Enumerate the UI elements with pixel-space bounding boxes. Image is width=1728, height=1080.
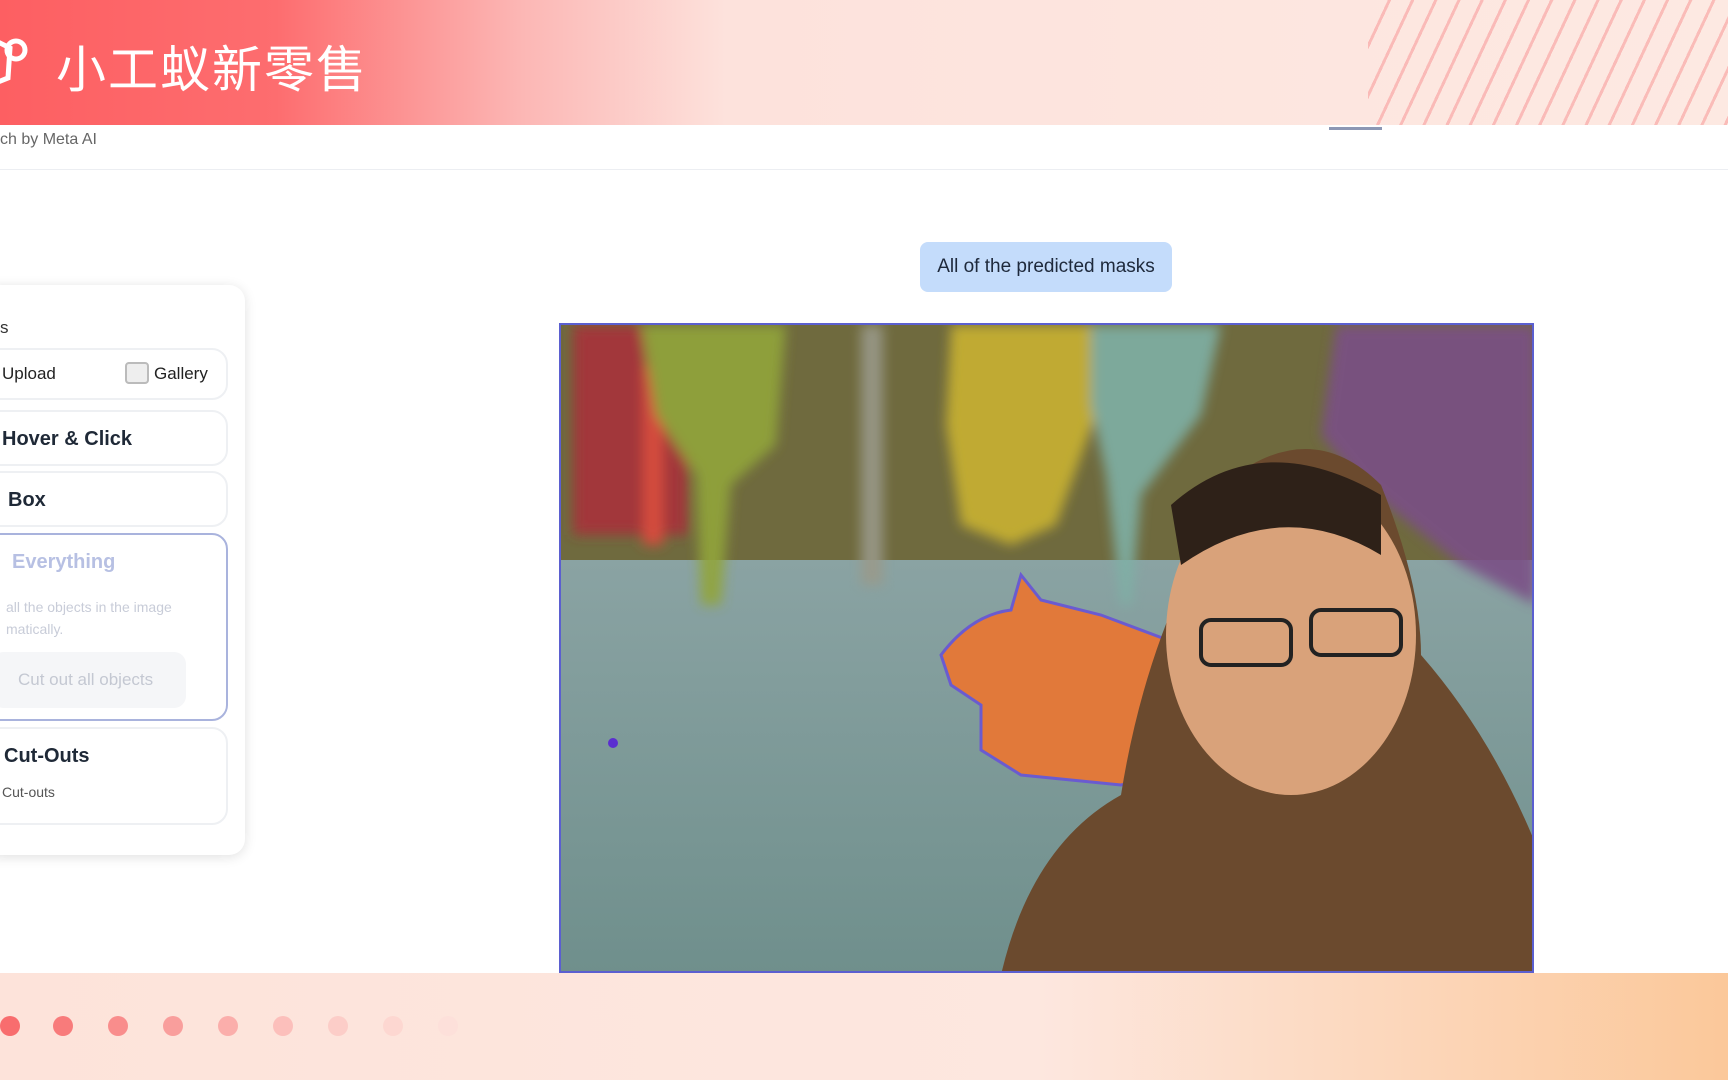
- upload-gallery-card: Upload Gallery: [0, 348, 228, 400]
- brand-banner: 小工蚁新零售: [0, 0, 1728, 125]
- decorative-stripes: [1368, 0, 1728, 125]
- everything-title: Everything: [12, 551, 116, 573]
- decorative-footer-band: [0, 973, 1728, 1080]
- everything-tool[interactable]: Everything all the objects in the image m…: [0, 533, 228, 721]
- nav-active-underline: [1329, 127, 1382, 130]
- header-divider: [0, 169, 1728, 170]
- upload-button[interactable]: Upload: [2, 364, 56, 384]
- brand-name: 小工蚁新零售: [56, 41, 368, 99]
- gallery-icon: [125, 362, 149, 384]
- gallery-button[interactable]: Gallery: [154, 364, 208, 384]
- cut-out-all-button[interactable]: Cut out all objects: [0, 652, 186, 708]
- hover-click-tool[interactable]: Hover & Click: [0, 410, 228, 466]
- ant-logo-icon: [0, 38, 28, 84]
- hover-click-label: Hover & Click: [2, 428, 133, 450]
- everything-description: all the objects in the image matically.: [6, 599, 172, 637]
- panel-heading: s: [0, 318, 9, 337]
- cutouts-tool[interactable]: Cut-Outs Cut-outs: [0, 727, 228, 825]
- cutouts-subtitle: Cut-outs: [2, 784, 55, 800]
- cutouts-title: Cut-Outs: [4, 745, 90, 767]
- box-tool[interactable]: Box: [0, 471, 228, 527]
- site-subtitle: ch by Meta AI: [0, 131, 97, 148]
- segmented-image[interactable]: [559, 323, 1534, 973]
- box-label: Box: [8, 489, 46, 511]
- mask-label-badge: All of the predicted masks: [920, 242, 1172, 292]
